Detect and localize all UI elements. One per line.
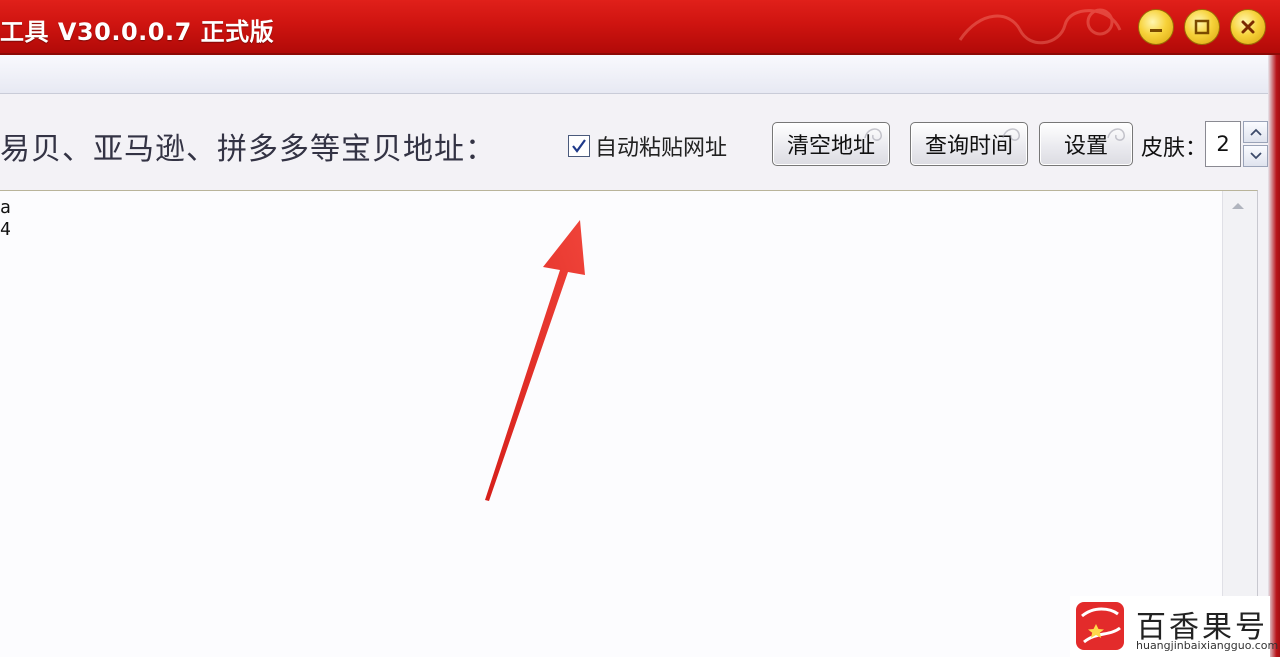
settings-label: 设置 <box>1063 134 1108 159</box>
swirl-decoration-icon <box>864 128 882 141</box>
close-icon <box>1241 20 1255 34</box>
auto-paste-checkbox[interactable]: 自动粘贴网址 <box>568 130 727 162</box>
settings-button[interactable]: 设置 <box>1039 122 1133 166</box>
window-title: 工具 V30.0.0.7 正式版 <box>0 18 275 46</box>
skin-spinner <box>1243 121 1268 167</box>
maximize-button[interactable] <box>1184 9 1220 45</box>
skin-number-input[interactable]: 2 <box>1205 121 1241 167</box>
watermark: 百香果号 huangjinbaixiangguo.com <box>1070 596 1278 657</box>
minimize-button[interactable] <box>1138 9 1174 45</box>
app-window: 工具 V30.0.0.7 正式版 易贝、亚马逊、拼多多等宝贝地址： 自动粘贴网址… <box>0 0 1280 657</box>
address-textarea[interactable]: a4 <box>0 190 1258 657</box>
text-line: 4 <box>0 219 11 240</box>
close-button[interactable] <box>1230 9 1266 45</box>
auto-paste-label: 自动粘贴网址 <box>595 136 728 161</box>
skin-label: 皮肤： <box>1141 136 1208 161</box>
window-border <box>1268 55 1280 657</box>
query-time-button[interactable]: 查询时间 <box>910 122 1028 166</box>
toolbar: 易贝、亚马逊、拼多多等宝贝地址： 自动粘贴网址 清空地址 查询时间 设置 皮肤：… <box>0 94 1268 190</box>
checkbox-box[interactable] <box>568 135 590 157</box>
clear-address-button[interactable]: 清空地址 <box>772 122 890 166</box>
swirl-decoration-icon <box>1002 128 1020 141</box>
menu-strip <box>0 55 1268 94</box>
textarea-content: a4 <box>0 197 11 241</box>
minimize-icon <box>1150 29 1162 32</box>
cloud-decoration-icon <box>958 8 1122 45</box>
spinner-up-button[interactable] <box>1243 121 1268 143</box>
title-bar[interactable]: 工具 V30.0.0.7 正式版 <box>0 0 1280 55</box>
watermark-url: huangjinbaixiangguo.com <box>1136 639 1279 652</box>
scroll-up-icon[interactable] <box>1231 201 1245 211</box>
chevron-up-icon <box>1249 128 1262 136</box>
maximize-icon <box>1194 19 1210 35</box>
vertical-scrollbar[interactable] <box>1222 191 1257 657</box>
spinner-down-button[interactable] <box>1243 145 1268 167</box>
swirl-decoration-icon <box>1107 128 1125 141</box>
address-prompt-label: 易贝、亚马逊、拼多多等宝贝地址： <box>0 132 496 167</box>
checkmark-icon <box>572 139 586 153</box>
chevron-down-icon <box>1249 152 1262 160</box>
brand-logo-icon <box>1076 602 1124 650</box>
text-line: a <box>0 197 11 218</box>
